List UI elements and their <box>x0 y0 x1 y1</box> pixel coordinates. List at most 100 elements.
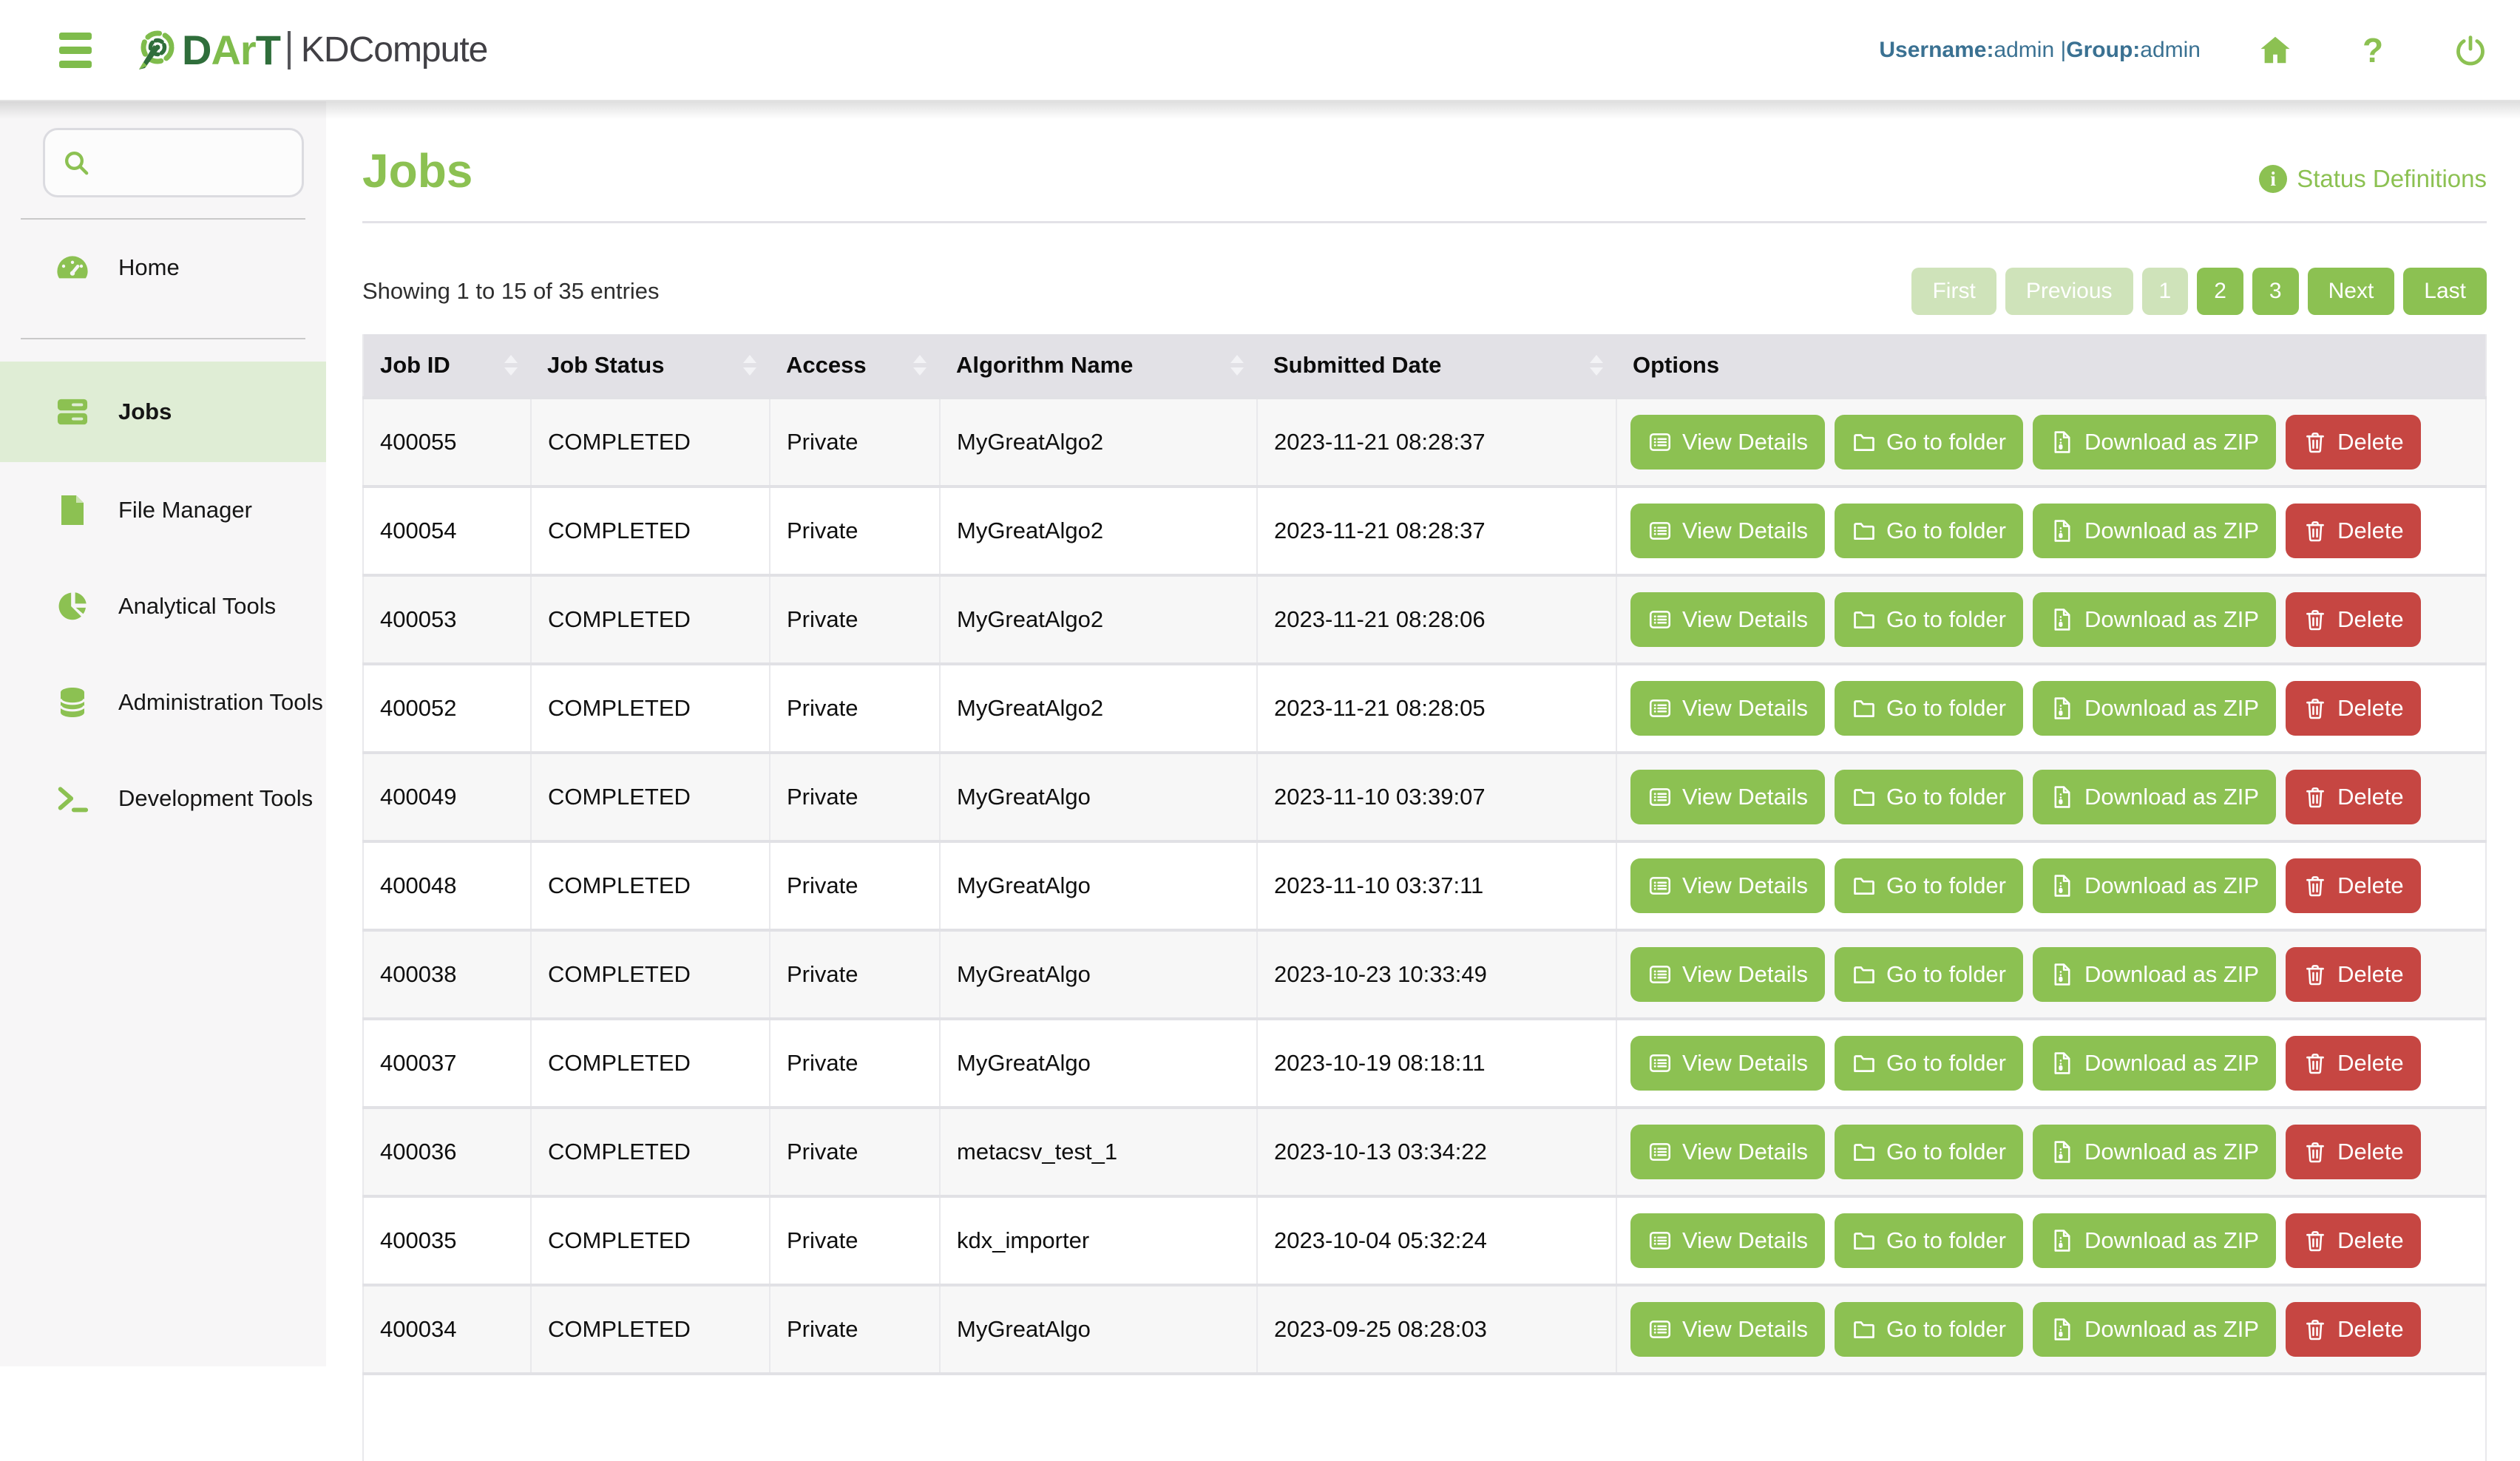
view-details-button[interactable]: View Details <box>1630 415 1825 470</box>
download-as-zip-button[interactable]: Download as ZIP <box>2033 947 2276 1002</box>
download-as-zip-button[interactable]: Download as ZIP <box>2033 504 2276 558</box>
page-button-2[interactable]: 2 <box>2197 268 2243 315</box>
download-as-zip-button[interactable]: Download as ZIP <box>2033 415 2276 470</box>
sidebar-item-administration-tools[interactable]: Administration Tools <box>0 654 326 750</box>
view-details-button[interactable]: View Details <box>1630 1302 1825 1357</box>
page-button-previous[interactable]: Previous <box>2005 268 2133 315</box>
options-cell: View Details Go to folder Download as ZI… <box>1616 930 2486 1019</box>
delete-button[interactable]: Delete <box>2286 1302 2421 1357</box>
go-to-folder-button[interactable]: Go to folder <box>1835 415 2023 470</box>
file-icon <box>55 494 90 526</box>
sort-icon[interactable] <box>1230 355 1244 376</box>
sidebar-item-jobs[interactable]: Jobs <box>0 362 326 462</box>
download-as-zip-button[interactable]: Download as ZIP <box>2033 1036 2276 1091</box>
download-as-zip-button[interactable]: Download as ZIP <box>2033 681 2276 736</box>
download-as-zip-button[interactable]: Download as ZIP <box>2033 1213 2276 1268</box>
sidebar-item-home[interactable]: Home <box>0 220 326 316</box>
view-details-button[interactable]: View Details <box>1630 681 1825 736</box>
view-details-button[interactable]: View Details <box>1630 858 1825 913</box>
options-cell: View Details Go to folder Download as ZI… <box>1616 1285 2486 1374</box>
delete-button[interactable]: Delete <box>2286 1036 2421 1091</box>
page-button-last[interactable]: Last <box>2403 268 2487 315</box>
sort-icon[interactable] <box>1590 355 1603 376</box>
delete-button[interactable]: Delete <box>2286 415 2421 470</box>
jobs-table: Job ID Job Status Access Algorithm Name … <box>362 334 2487 1461</box>
column-header-job-status[interactable]: Job Status <box>531 334 770 398</box>
list-details-icon <box>1647 1317 1673 1342</box>
status-definitions-link[interactable]: i Status Definitions <box>2259 165 2487 194</box>
view-details-button[interactable]: View Details <box>1630 1125 1825 1179</box>
view-details-button[interactable]: View Details <box>1630 1036 1825 1091</box>
page-button-first[interactable]: First <box>1911 268 1996 315</box>
sort-icon[interactable] <box>913 355 927 376</box>
view-details-button[interactable]: View Details <box>1630 592 1825 647</box>
delete-button[interactable]: Delete <box>2286 504 2421 558</box>
sort-icon[interactable] <box>743 355 756 376</box>
options-cell: View Details Go to folder Download as ZI… <box>1616 1019 2486 1108</box>
job-id-cell: 400038 <box>363 930 531 1019</box>
column-header-submitted-date[interactable]: Submitted Date <box>1257 334 1616 398</box>
access-cell: Private <box>770 930 940 1019</box>
delete-button[interactable]: Delete <box>2286 1213 2421 1268</box>
go-to-folder-button[interactable]: Go to folder <box>1835 1302 2023 1357</box>
zip-file-icon <box>2050 1051 2075 1076</box>
hamburger-menu-icon[interactable] <box>59 33 92 68</box>
folder-icon <box>1852 962 1877 987</box>
delete-button[interactable]: Delete <box>2286 1125 2421 1179</box>
go-to-folder-button[interactable]: Go to folder <box>1835 1213 2023 1268</box>
table-row: 400038 COMPLETED Private MyGreatAlgo 202… <box>363 930 2486 1019</box>
folder-icon <box>1852 1051 1877 1076</box>
table-header-row: Job ID Job Status Access Algorithm Name … <box>363 334 2486 398</box>
pagination: FirstPrevious123NextLast <box>1911 268 2487 315</box>
folder-icon <box>1852 696 1877 721</box>
job-status-cell: COMPLETED <box>531 930 770 1019</box>
view-details-button[interactable]: View Details <box>1630 770 1825 824</box>
go-to-folder-button[interactable]: Go to folder <box>1835 592 2023 647</box>
help-icon[interactable]: ? <box>2356 33 2390 67</box>
trash-icon <box>2303 962 2328 987</box>
page-button-1[interactable]: 1 <box>2142 268 2189 315</box>
view-details-button[interactable]: View Details <box>1630 947 1825 1002</box>
zip-file-icon <box>2050 784 2075 810</box>
go-to-folder-button[interactable]: Go to folder <box>1835 858 2023 913</box>
algorithm-name-cell: MyGreatAlgo2 <box>940 487 1257 575</box>
view-details-button[interactable]: View Details <box>1630 504 1825 558</box>
trash-icon <box>2303 518 2328 543</box>
column-header-access[interactable]: Access <box>770 334 940 398</box>
job-status-cell: COMPLETED <box>531 487 770 575</box>
download-as-zip-button[interactable]: Download as ZIP <box>2033 1302 2276 1357</box>
go-to-folder-button[interactable]: Go to folder <box>1835 1125 2023 1179</box>
page-button-next[interactable]: Next <box>2308 268 2395 315</box>
folder-icon <box>1852 1317 1877 1342</box>
go-to-folder-button[interactable]: Go to folder <box>1835 770 2023 824</box>
column-header-algorithm-name[interactable]: Algorithm Name <box>940 334 1257 398</box>
page-button-3[interactable]: 3 <box>2252 268 2299 315</box>
power-icon[interactable] <box>2453 33 2487 67</box>
view-details-button[interactable]: View Details <box>1630 1213 1825 1268</box>
sidebar-search[interactable] <box>43 128 304 197</box>
brand-logo[interactable]: DArT KDCompute <box>138 30 487 71</box>
column-header-job-id[interactable]: Job ID <box>363 334 531 398</box>
go-to-folder-button[interactable]: Go to folder <box>1835 947 2023 1002</box>
sidebar-item-file-manager[interactable]: File Manager <box>0 462 326 558</box>
go-to-folder-button[interactable]: Go to folder <box>1835 681 2023 736</box>
delete-button[interactable]: Delete <box>2286 947 2421 1002</box>
table-row: 400048 COMPLETED Private MyGreatAlgo 202… <box>363 841 2486 930</box>
product-name: KDCompute <box>301 30 487 70</box>
sort-icon[interactable] <box>504 355 518 376</box>
list-details-icon <box>1647 873 1673 898</box>
download-as-zip-button[interactable]: Download as ZIP <box>2033 858 2276 913</box>
delete-button[interactable]: Delete <box>2286 592 2421 647</box>
download-as-zip-button[interactable]: Download as ZIP <box>2033 592 2276 647</box>
download-as-zip-button[interactable]: Download as ZIP <box>2033 770 2276 824</box>
go-to-folder-button[interactable]: Go to folder <box>1835 504 2023 558</box>
delete-button[interactable]: Delete <box>2286 681 2421 736</box>
delete-button[interactable]: Delete <box>2286 858 2421 913</box>
search-input[interactable] <box>103 149 285 176</box>
delete-button[interactable]: Delete <box>2286 770 2421 824</box>
go-to-folder-button[interactable]: Go to folder <box>1835 1036 2023 1091</box>
home-icon[interactable] <box>2258 33 2292 67</box>
sidebar-item-analytical-tools[interactable]: Analytical Tools <box>0 558 326 654</box>
download-as-zip-button[interactable]: Download as ZIP <box>2033 1125 2276 1179</box>
sidebar-item-development-tools[interactable]: Development Tools <box>0 750 326 847</box>
